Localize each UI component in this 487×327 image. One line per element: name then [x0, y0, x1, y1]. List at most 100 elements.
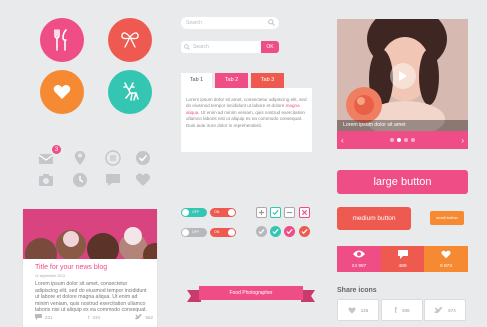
bow-button[interactable] — [108, 18, 152, 62]
ribbon-banner: Food Photographer — [187, 286, 315, 302]
cutlery-icon — [54, 29, 67, 51]
comments-count: 231 — [45, 314, 53, 320]
search-icon — [184, 44, 190, 50]
share-heading: Share icons — [337, 287, 377, 294]
twitter-count: 562 — [145, 314, 153, 320]
checkbox-minus[interactable] — [284, 207, 295, 218]
radio-check-teal[interactable] — [270, 226, 281, 237]
small-button[interactable]: small button — [430, 211, 464, 225]
slide-dot[interactable] — [404, 138, 408, 142]
heart-icon — [348, 306, 356, 314]
checkbox-plus[interactable] — [256, 207, 267, 218]
share-twitter-button[interactable]: 674 — [424, 299, 466, 321]
cutlery-button[interactable] — [40, 18, 84, 62]
share-heart-button[interactable]: 125 — [337, 299, 379, 321]
chat-icon[interactable] — [104, 171, 122, 189]
views-count: 24 987 — [351, 264, 367, 269]
slider-bar: ‹ › — [337, 131, 468, 149]
toggle-switch[interactable]: ON — [210, 228, 236, 237]
heart-outline-icon[interactable] — [134, 171, 152, 189]
news-date: 11 septembre 2013 — [35, 274, 65, 278]
comment-icon — [397, 250, 408, 259]
news-image — [23, 209, 157, 259]
tab-text-more: . Ut enim ad minim veniam, quis nostrud … — [186, 109, 305, 128]
search-input[interactable]: Search — [181, 41, 261, 53]
menu-icon[interactable] — [104, 149, 122, 167]
minus-icon — [286, 211, 293, 214]
camera-icon[interactable] — [37, 171, 55, 189]
radio-check-coral[interactable] — [299, 226, 310, 237]
toggle-knob — [228, 209, 235, 216]
eye-icon — [353, 250, 365, 258]
ribbon-label: Food Photographer — [199, 286, 303, 300]
checkbox-cross[interactable] — [299, 207, 310, 218]
medium-button[interactable]: medium button — [337, 207, 411, 230]
close-icon — [301, 209, 308, 216]
news-twitter[interactable]: 562 — [135, 314, 153, 320]
search-placeholder: Search — [193, 44, 209, 50]
stat-views[interactable]: 24 987 — [337, 246, 381, 272]
comment-icon — [35, 314, 42, 320]
share-heart-count: 125 — [360, 307, 369, 313]
stat-comments[interactable]: 489 — [381, 246, 424, 272]
toggle-knob — [182, 209, 189, 216]
toggle-label: ON — [214, 210, 220, 214]
video-player[interactable]: Lorem ipsum dolor sit amet ‹ › — [337, 19, 468, 149]
check-icon — [272, 228, 279, 235]
checkbox-checked[interactable] — [270, 207, 281, 218]
heart-button[interactable] — [40, 70, 84, 114]
bow-icon — [121, 32, 139, 48]
toggle-label: ON — [214, 230, 220, 234]
search-placeholder: Search — [186, 20, 202, 26]
toggle-switch[interactable]: OFF — [181, 228, 207, 237]
check-icon — [301, 228, 308, 235]
facebook-icon: f — [87, 314, 90, 320]
stat-likes[interactable]: 9 873 — [424, 246, 468, 272]
toggle-knob — [182, 229, 189, 236]
comments-count: 489 — [398, 264, 407, 269]
deer-button[interactable] — [108, 70, 152, 114]
play-button[interactable] — [390, 63, 416, 89]
search-ok-button[interactable]: OK — [261, 41, 279, 53]
radio-check-grey[interactable] — [256, 226, 267, 237]
share-facebook-count: 936 — [402, 307, 410, 313]
slide-dot[interactable] — [411, 138, 415, 142]
news-comments[interactable]: 231 — [35, 314, 53, 320]
video-caption: Lorem ipsum dolor sit amet — [337, 120, 468, 131]
radio-check-pink[interactable] — [284, 226, 295, 237]
news-card[interactable]: Title for your news blog 11 septembre 20… — [23, 209, 157, 327]
search-icon — [268, 19, 275, 26]
news-facebook[interactable]: f 234 — [88, 314, 100, 320]
tab-1[interactable]: Tab 1 — [181, 73, 212, 88]
heart-icon — [53, 85, 71, 99]
slide-dot[interactable] — [390, 138, 394, 142]
toggle-knob — [228, 229, 235, 236]
share-twitter-count: 674 — [448, 307, 456, 313]
location-pin-icon[interactable] — [71, 149, 89, 167]
check-icon — [272, 209, 279, 216]
check-icon — [286, 228, 293, 235]
chevron-right-icon[interactable]: › — [461, 136, 464, 145]
check-icon — [258, 228, 265, 235]
tab-2[interactable]: Tab 2 — [215, 73, 248, 88]
heart-icon — [441, 250, 451, 259]
news-title[interactable]: Title for your news blog — [35, 264, 107, 271]
slide-dot-active[interactable] — [397, 138, 401, 142]
toggle-label: OFF — [192, 210, 200, 214]
large-button[interactable]: large button — [337, 170, 468, 194]
search-input-rounded[interactable]: Search — [181, 17, 279, 29]
mail-icon[interactable]: 3 — [37, 145, 61, 168]
toggle-switch[interactable]: ON — [210, 208, 236, 217]
notification-badge: 3 — [52, 145, 61, 154]
plus-icon — [258, 209, 265, 216]
toggle-label: OFF — [192, 230, 200, 234]
tab-3[interactable]: Tab 3 — [251, 73, 284, 88]
check-circle-icon[interactable] — [134, 149, 152, 167]
twitter-icon — [434, 306, 443, 313]
facebook-count: 234 — [92, 314, 100, 320]
toggle-switch[interactable]: OFF — [181, 208, 207, 217]
news-excerpt: Lorem ipsum dolor sit amet, consectetur … — [35, 281, 147, 313]
share-facebook-button[interactable]: f 936 — [381, 299, 423, 321]
chevron-left-icon[interactable]: ‹ — [341, 136, 344, 145]
clock-icon[interactable] — [71, 171, 89, 189]
